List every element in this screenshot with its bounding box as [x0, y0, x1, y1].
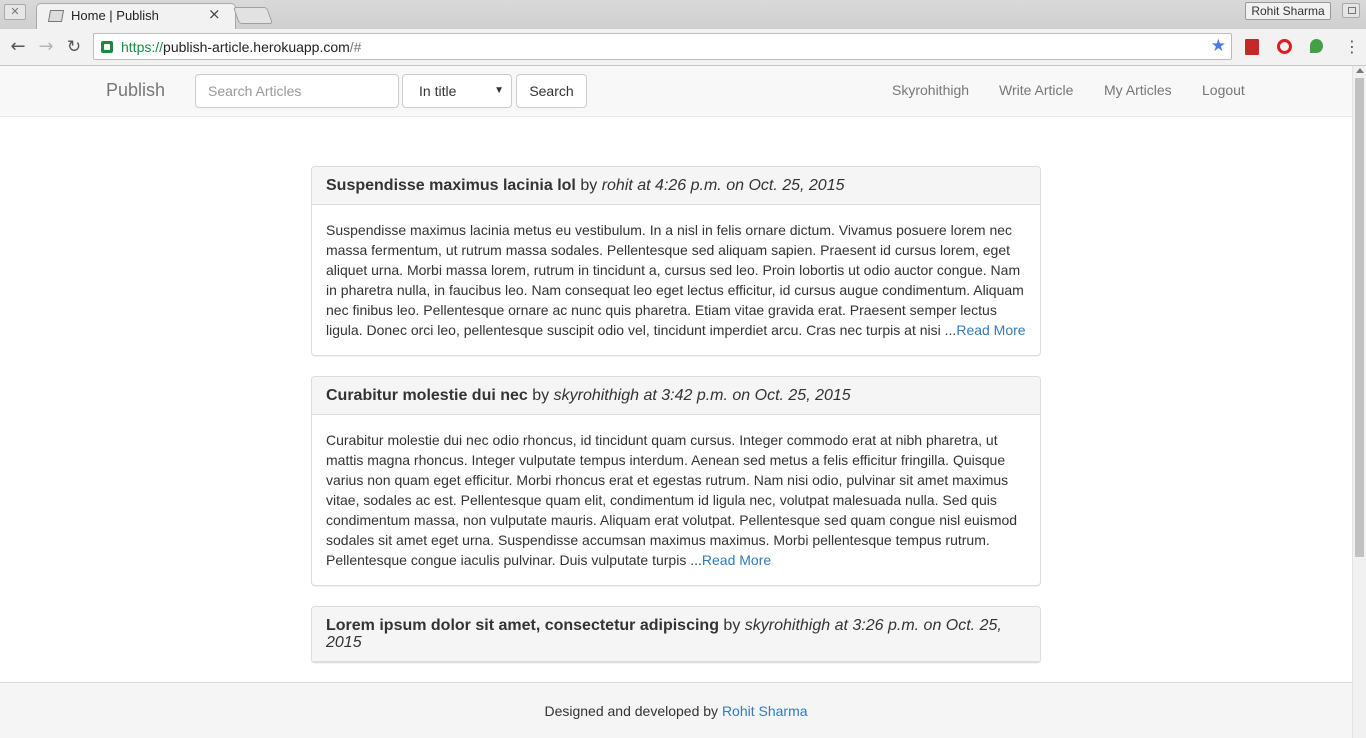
browser-tabstrip: ✕ Home | Publish × Rohit Sharma: [0, 0, 1366, 30]
nav-profile-link[interactable]: Skyrohithigh: [892, 82, 969, 98]
chevron-down-icon: ▼: [494, 85, 504, 96]
tab-close-icon[interactable]: ×: [208, 6, 221, 22]
read-more-link[interactable]: Read More: [956, 322, 1025, 338]
leaf-extension-icon[interactable]: [1310, 39, 1323, 53]
footer-text: Designed and developed by: [544, 703, 719, 719]
article-by: by: [723, 617, 741, 634]
tab-favicon-icon: [48, 9, 63, 22]
url-scheme: https://: [121, 39, 164, 55]
read-more-link[interactable]: Read More: [702, 552, 771, 568]
search-scope-value: In title: [419, 83, 457, 99]
article-body: Curabitur molestie dui nec odio rhoncus,…: [312, 415, 1040, 585]
nav-my-articles-link[interactable]: My Articles: [1104, 82, 1172, 98]
article-title[interactable]: Suspendisse maximus lacinia lol: [326, 177, 576, 194]
window-close-icon[interactable]: ✕: [4, 4, 26, 20]
article-excerpt: Suspendisse maximus lacinia metus eu ves…: [326, 222, 1024, 338]
reload-icon[interactable]: ↻: [62, 35, 86, 59]
article-heading: Suspendisse maximus lacinia lol by rohit…: [312, 167, 1040, 205]
article-title[interactable]: Lorem ipsum dolor sit amet, consectetur …: [326, 617, 719, 634]
lock-icon: [101, 41, 113, 53]
scroll-up-arrow-icon[interactable]: [1356, 68, 1364, 73]
scroll-thumb[interactable]: [1355, 78, 1364, 557]
nav-write-article-link[interactable]: Write Article: [999, 82, 1073, 98]
tab-title: Home | Publish: [71, 7, 159, 23]
book-extension-icon[interactable]: [1245, 39, 1259, 55]
article-title[interactable]: Curabitur molestie dui nec: [326, 387, 528, 404]
opera-extension-icon[interactable]: [1277, 39, 1292, 54]
url-path: /#: [349, 39, 362, 55]
search-button[interactable]: Search: [516, 74, 587, 108]
search-input[interactable]: [195, 74, 399, 108]
new-tab-button[interactable]: [232, 7, 274, 24]
url-host: publish-article.herokuapp.com: [163, 39, 350, 55]
site-footer: Designed and developed by Rohit Sharma: [0, 682, 1352, 738]
article-card: Suspendisse maximus lacinia lol by rohit…: [311, 166, 1041, 356]
article-by: by: [532, 387, 550, 404]
article-card: Lorem ipsum dolor sit amet, consectetur …: [311, 606, 1041, 663]
address-bar[interactable]: https://publish-article.herokuapp.com/# …: [93, 33, 1232, 60]
window-restore-icon[interactable]: [1342, 3, 1360, 18]
site-navbar: Publish In title ▼ Search Skyrohithigh W…: [0, 66, 1352, 117]
footer-author-link[interactable]: Rohit Sharma: [722, 703, 808, 719]
article-heading: Curabitur molestie dui nec by skyrohithi…: [312, 377, 1040, 415]
back-arrow-icon[interactable]: ←: [6, 35, 30, 59]
article-body: Suspendisse maximus lacinia metus eu ves…: [312, 205, 1040, 355]
article-by: by: [580, 177, 598, 194]
nav-logout-link[interactable]: Logout: [1202, 82, 1245, 98]
forward-arrow-icon[interactable]: →: [34, 35, 58, 59]
article-meta: skyrohithigh at 3:42 p.m. on Oct. 25, 20…: [553, 387, 851, 404]
search-scope-select[interactable]: In title ▼: [402, 74, 512, 108]
bookmark-star-icon[interactable]: ★: [1211, 36, 1226, 56]
browser-toolbar: ← → ↻ https://publish-article.herokuapp.…: [0, 29, 1366, 66]
profile-button[interactable]: Rohit Sharma: [1245, 2, 1331, 20]
article-card: Curabitur molestie dui nec by skyrohithi…: [311, 376, 1041, 586]
article-heading: Lorem ipsum dolor sit amet, consectetur …: [312, 607, 1040, 662]
brand-logo[interactable]: Publish: [106, 80, 165, 101]
browser-tab-content: Home | Publish: [48, 5, 159, 25]
article-list: Suspendisse maximus lacinia lol by rohit…: [311, 166, 1041, 683]
article-meta: rohit at 4:26 p.m. on Oct. 25, 2015: [601, 177, 845, 194]
article-excerpt: Curabitur molestie dui nec odio rhoncus,…: [326, 432, 1018, 568]
page-scrollbar[interactable]: [1352, 66, 1366, 738]
url-text[interactable]: https://publish-article.herokuapp.com/#: [121, 39, 361, 55]
browser-menu-icon[interactable]: ⋮: [1344, 35, 1360, 59]
